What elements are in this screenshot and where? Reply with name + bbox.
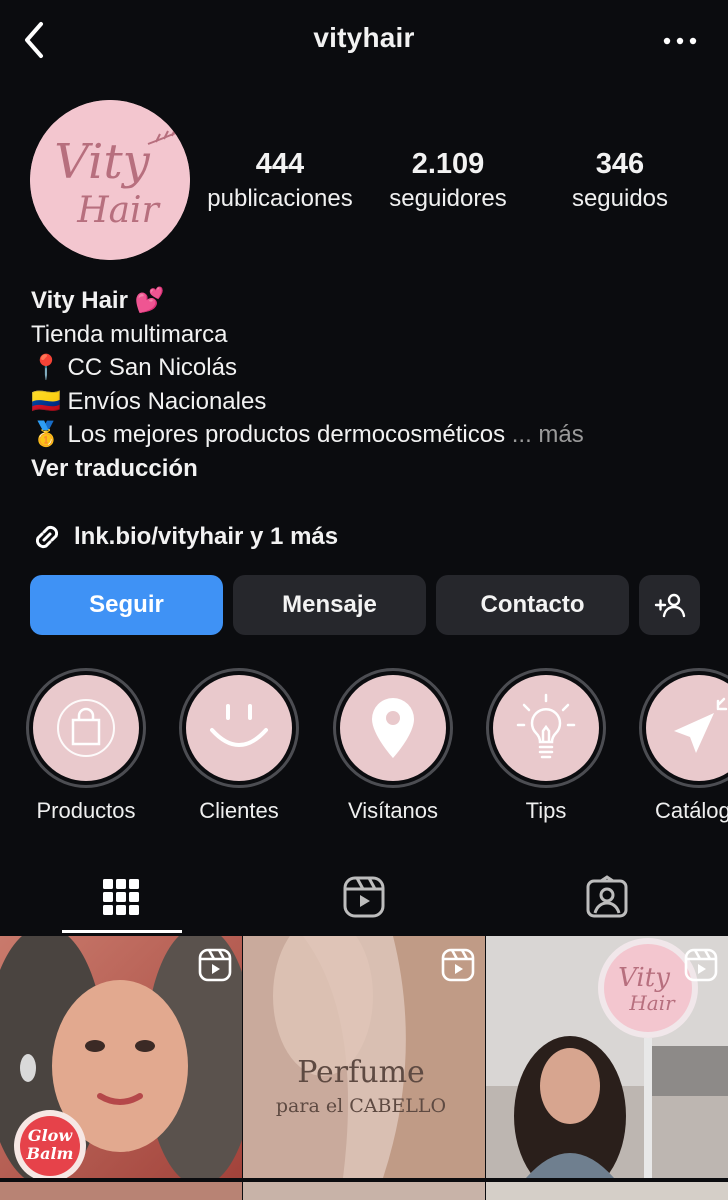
more-icon <box>663 37 697 45</box>
location-pin-icon <box>372 698 414 758</box>
highlight-label: Tips <box>525 798 567 823</box>
highlight-ring <box>639 668 728 788</box>
posts-grid: Glow Balm Perfume para el CABELLO Vity H… <box>0 936 728 1200</box>
highlight-cover <box>493 675 599 781</box>
tab-grid[interactable] <box>0 860 242 934</box>
stat-following-label: seguidos <box>571 185 669 212</box>
svg-text:Hair: Hair <box>628 991 676 1015</box>
svg-text:Hair: Hair <box>76 190 160 231</box>
display-name: Vity Hair 💕 <box>31 287 165 314</box>
message-button[interactable]: Mensaje <box>233 575 426 635</box>
post-thumbnail[interactable] <box>243 1182 485 1200</box>
post-thumbnail[interactable] <box>0 1182 242 1200</box>
see-translation-link[interactable]: Ver traducción <box>31 452 711 486</box>
highlight-visitanos[interactable]: Visítanos <box>333 668 453 824</box>
profile-username: vityhair <box>313 22 415 53</box>
svg-text:Vity: Vity <box>54 134 150 190</box>
stat-posts-label: publicaciones <box>207 185 353 212</box>
highlight-ring <box>486 668 606 788</box>
profile-avatar[interactable]: Vity Hair <box>30 100 190 260</box>
highlight-productos[interactable]: Productos <box>26 668 146 824</box>
follow-button[interactable]: Seguir <box>30 575 223 635</box>
highlight-ring <box>333 668 453 788</box>
top-bar: vityhair <box>0 0 728 84</box>
stat-posts[interactable]: 444 publicaciones <box>190 148 370 213</box>
tab-tagged[interactable] <box>486 860 728 934</box>
svg-text:Vity: Vity <box>618 963 670 993</box>
svg-text:Perfume: Perfume <box>297 1055 425 1090</box>
highlight-cover <box>646 675 728 781</box>
svg-text:Balm: Balm <box>26 1144 74 1163</box>
reels-icon <box>343 876 385 918</box>
bio-link-text: lnk.bio/vityhair y 1 más <box>74 523 339 550</box>
bio-line-with-more: 🥇 Los mejores productos dermocosméticos … <box>31 418 711 452</box>
highlight-ring <box>26 668 146 788</box>
post-thumbnail[interactable]: Glow Balm <box>0 936 242 1178</box>
grid-icon <box>103 879 139 915</box>
highlight-label: Visítanos <box>347 798 439 823</box>
bio-line: Tienda multimarca <box>31 320 228 348</box>
highlight-cover <box>186 675 292 781</box>
highlight-ring <box>179 668 299 788</box>
suggested-users-button[interactable] <box>639 575 700 635</box>
stat-followers[interactable]: 2.109 seguidores <box>358 148 538 213</box>
highlight-cover <box>33 675 139 781</box>
stat-followers-label: seguidores <box>389 185 507 212</box>
highlight-label: Clientes <box>199 798 279 823</box>
active-tab-indicator <box>62 930 182 933</box>
add-person-icon <box>654 593 685 618</box>
shopping-bag-icon <box>57 699 115 757</box>
svg-text:para el CABELLO: para el CABELLO <box>276 1095 446 1117</box>
contact-button[interactable]: Contacto <box>436 575 629 635</box>
bio-link[interactable]: lnk.bio/vityhair y 1 más <box>30 518 338 556</box>
bio-more-link[interactable]: ... más <box>512 421 584 448</box>
cursor-icon <box>674 697 728 753</box>
profile-actions: Seguir Mensaje Contacto <box>30 575 700 635</box>
profile-stats: 444 publicaciones 2.109 seguidores 346 s… <box>190 148 710 228</box>
lightbulb-icon <box>516 693 576 759</box>
post-thumbnail[interactable]: Vity Hair <box>486 936 728 1178</box>
vity-hair-logo: Vity Hair <box>30 100 190 260</box>
post-thumbnail[interactable] <box>486 1182 728 1200</box>
bio-line: 🥇 Los mejores productos dermocosméticos <box>31 421 506 449</box>
svg-text:Glow: Glow <box>28 1126 73 1145</box>
stat-posts-value: 444 <box>255 148 305 180</box>
link-icon <box>35 525 59 549</box>
reel-badge-icon <box>198 948 232 982</box>
highlight-clientes[interactable]: Clientes <box>179 668 299 824</box>
highlight-catalogo[interactable]: Catálogo <box>639 668 728 824</box>
reel-badge-icon <box>441 948 475 982</box>
highlight-label: Productos <box>36 798 136 823</box>
highlight-cover <box>340 675 446 781</box>
stat-following-value: 346 <box>595 148 645 180</box>
stat-followers-value: 2.109 <box>411 148 485 180</box>
highlight-tips[interactable]: Tips <box>486 668 606 824</box>
post-thumbnail[interactable]: Perfume para el CABELLO <box>243 936 485 1178</box>
smile-icon <box>210 704 268 747</box>
content-tabs <box>0 860 728 934</box>
stat-following[interactable]: 346 seguidos <box>530 148 710 213</box>
tab-reels[interactable] <box>243 860 485 934</box>
tagged-icon <box>586 875 628 918</box>
reel-badge-icon <box>684 948 718 982</box>
highlight-label: Catálogo <box>654 798 728 823</box>
bio-line: 🇨🇴 Envíos Nacionales <box>31 387 267 415</box>
more-options-button[interactable] <box>660 28 700 54</box>
bio-line: 📍 CC San Nicolás <box>31 354 237 382</box>
profile-bio: Vity Hair 💕 Tienda multimarca 📍 CC San N… <box>31 284 711 486</box>
